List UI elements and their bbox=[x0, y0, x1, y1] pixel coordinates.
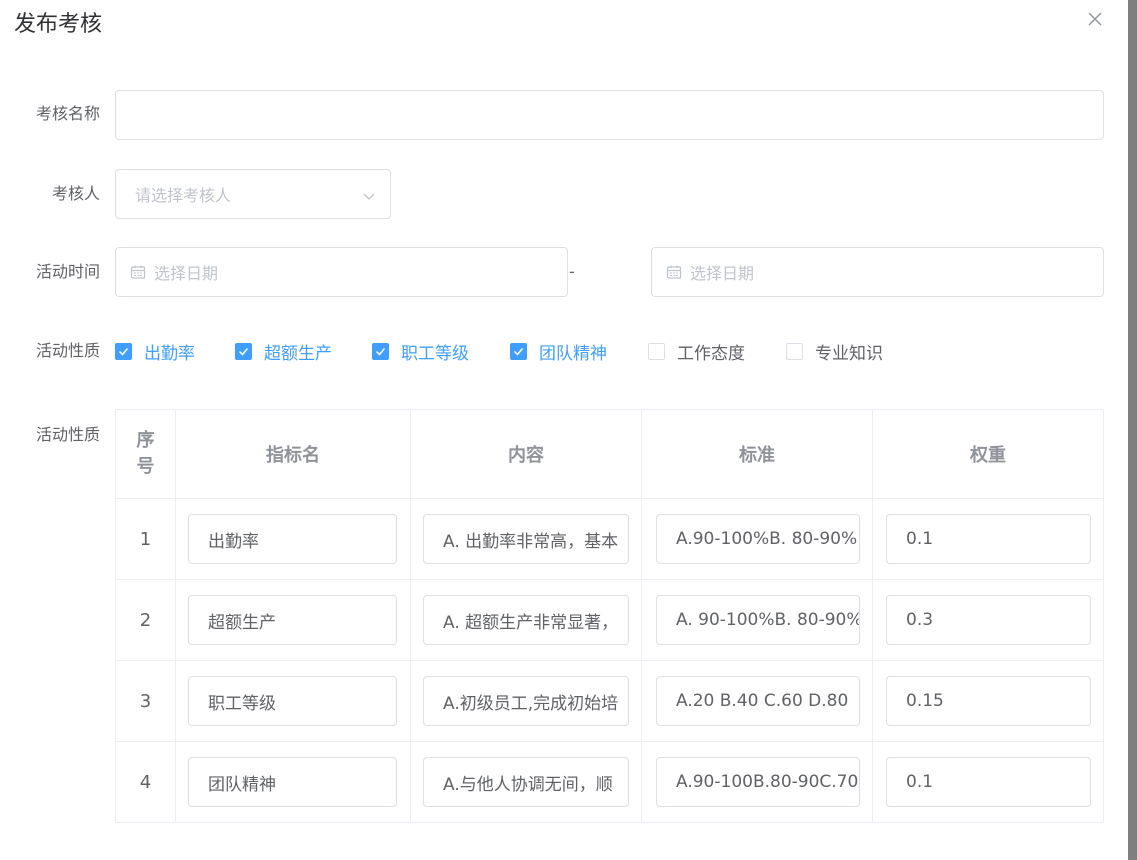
checkbox-box[interactable] bbox=[510, 342, 527, 360]
checkbox-team-spirit[interactable]: 团队精神 bbox=[510, 340, 607, 364]
indicator-name-input[interactable]: 超额生产 bbox=[188, 595, 397, 645]
checkbox-attendance[interactable]: 出勤率 bbox=[115, 340, 195, 364]
checkbox-box[interactable] bbox=[372, 342, 389, 360]
content-input[interactable]: A.初级员工,完成初始培 bbox=[423, 676, 629, 726]
end-date-placeholder: 选择日期 bbox=[690, 264, 755, 283]
table-row: 2 超额生产 A. 超额生产非常显著， A. 90-100%B. 80-90% … bbox=[116, 580, 1103, 661]
activity-time-label: 活动时间 bbox=[35, 262, 100, 281]
assessor-select[interactable]: 请选择考核人 bbox=[115, 169, 391, 219]
checkbox-label: 专业知识 bbox=[815, 343, 883, 364]
overlay-edge bbox=[1128, 0, 1137, 860]
calendar-icon bbox=[666, 264, 682, 280]
content-input[interactable]: A.与他人协调无间，顺 bbox=[423, 757, 629, 807]
checkbox-label: 出勤率 bbox=[144, 343, 195, 364]
assessment-name-label: 考核名称 bbox=[35, 104, 100, 123]
table-row: 3 职工等级 A.初级员工,完成初始培 A.20 B.40 C.60 D.80 … bbox=[116, 661, 1103, 742]
standard-input[interactable]: A.90-100%B. 80-90% bbox=[656, 514, 860, 564]
indicator-table-label: 活动性质 bbox=[35, 425, 100, 444]
range-separator: - bbox=[569, 262, 575, 281]
table-header-row: 序号 指标名 内容 标准 权重 bbox=[116, 410, 1103, 499]
assessor-label: 考核人 bbox=[51, 184, 100, 203]
indicator-table: 序号 指标名 内容 标准 权重 1 出勤率 A. 出勤率非常高，基本 A.90-… bbox=[115, 409, 1104, 823]
checkbox-box[interactable] bbox=[648, 342, 665, 360]
header-indicator-name: 指标名 bbox=[176, 410, 411, 498]
indicator-name-input[interactable]: 职工等级 bbox=[188, 676, 397, 726]
indicator-name-input[interactable]: 出勤率 bbox=[188, 514, 397, 564]
header-seq: 序号 bbox=[136, 430, 155, 477]
weight-input[interactable]: 0.1 bbox=[886, 514, 1091, 564]
checkbox-overproduction[interactable]: 超额生产 bbox=[235, 340, 332, 364]
indicator-name-input[interactable]: 团队精神 bbox=[188, 757, 397, 807]
standard-input[interactable]: A. 90-100%B. 80-90% bbox=[656, 595, 860, 645]
header-cell: 序号 bbox=[116, 410, 176, 498]
row-seq: 3 bbox=[116, 661, 176, 741]
row-seq: 4 bbox=[116, 742, 176, 823]
header-standard: 标准 bbox=[642, 410, 873, 498]
assessor-placeholder: 请选择考核人 bbox=[135, 186, 232, 205]
calendar-icon bbox=[130, 264, 146, 280]
weight-input[interactable]: 0.3 bbox=[886, 595, 1091, 645]
end-date-picker[interactable]: 选择日期 bbox=[651, 247, 1104, 297]
checkbox-box[interactable] bbox=[115, 342, 132, 360]
standard-input[interactable]: A.20 B.40 C.60 D.80 bbox=[656, 676, 860, 726]
content-input[interactable]: A. 出勤率非常高，基本 bbox=[423, 514, 629, 564]
start-date-picker[interactable]: 选择日期 bbox=[115, 247, 568, 297]
checkbox-box[interactable] bbox=[786, 342, 803, 360]
checkbox-label: 超额生产 bbox=[264, 343, 332, 364]
checkbox-label: 团队精神 bbox=[539, 343, 607, 364]
checkbox-professional-knowledge[interactable]: 专业知识 bbox=[786, 340, 883, 364]
row-seq: 1 bbox=[116, 499, 176, 579]
row-seq: 2 bbox=[116, 580, 176, 660]
table-row: 4 团队精神 A.与他人协调无间，顺 A.90-100B.80-90C.70 0… bbox=[116, 742, 1103, 823]
publish-assessment-dialog: 发布考核 考核名称 考核人 请选择考核人 活动时间 选择日期 - 选择日期 活动… bbox=[0, 0, 1128, 860]
content-input[interactable]: A. 超额生产非常显著， bbox=[423, 595, 629, 645]
checkbox-label: 工作态度 bbox=[677, 343, 745, 364]
close-icon[interactable] bbox=[1084, 8, 1106, 30]
checkbox-box[interactable] bbox=[235, 342, 252, 360]
standard-input[interactable]: A.90-100B.80-90C.70 bbox=[656, 757, 860, 807]
table-row: 1 出勤率 A. 出勤率非常高，基本 A.90-100%B. 80-90% 0.… bbox=[116, 499, 1103, 580]
chevron-down-icon bbox=[362, 188, 376, 202]
weight-input[interactable]: 0.15 bbox=[886, 676, 1091, 726]
start-date-placeholder: 选择日期 bbox=[154, 264, 219, 283]
checkbox-staff-level[interactable]: 职工等级 bbox=[372, 340, 469, 364]
weight-input[interactable]: 0.1 bbox=[886, 757, 1091, 807]
checkbox-label: 职工等级 bbox=[401, 343, 469, 364]
header-content: 内容 bbox=[411, 410, 642, 498]
activity-nature-label: 活动性质 bbox=[35, 341, 100, 360]
header-weight: 权重 bbox=[970, 445, 1006, 466]
checkbox-work-attitude[interactable]: 工作态度 bbox=[648, 340, 745, 364]
dialog-title: 发布考核 bbox=[14, 12, 103, 37]
assessment-name-input[interactable] bbox=[115, 90, 1104, 140]
